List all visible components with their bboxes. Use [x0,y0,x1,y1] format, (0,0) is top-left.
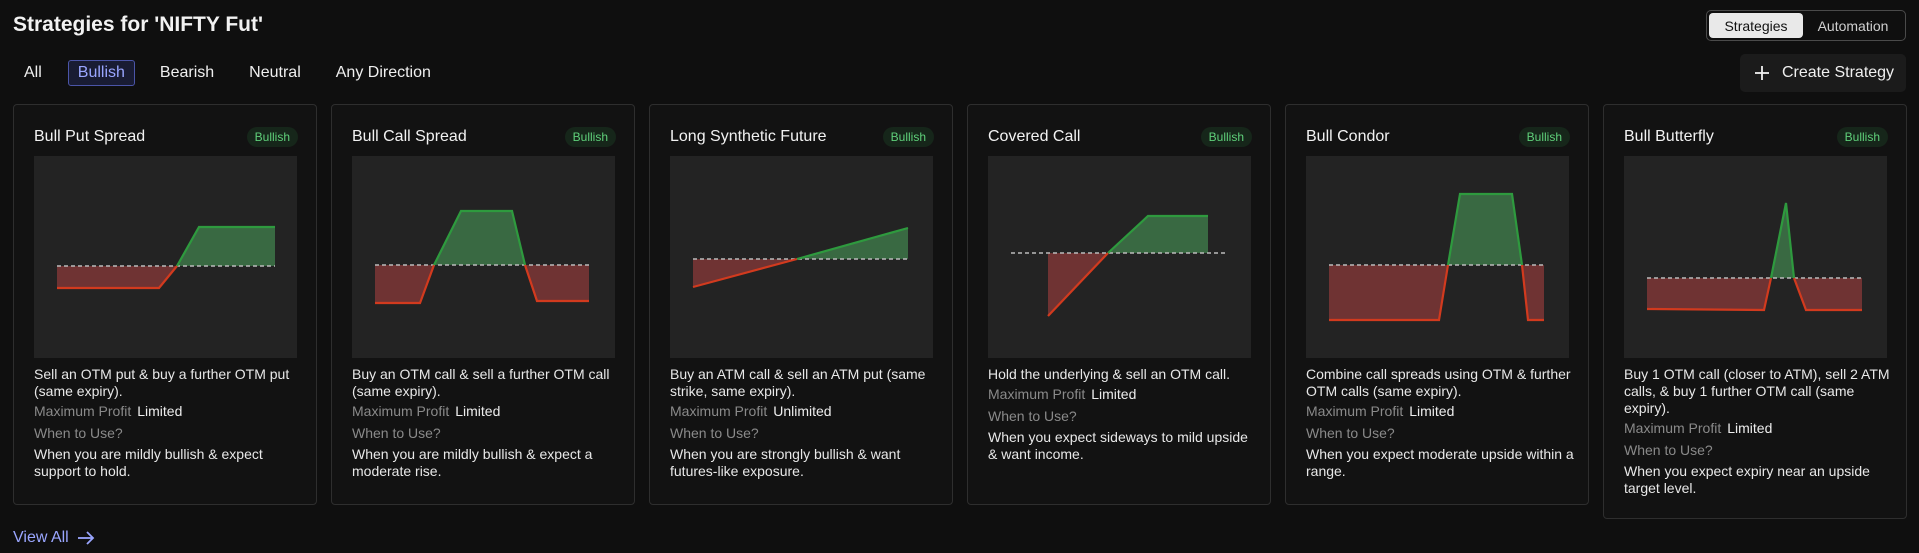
direction-badge: Bullish [882,127,934,147]
payoff-chart [1306,156,1569,358]
when-to-use-text: When you are mildly bullish & expect a m… [352,446,593,479]
strategy-description: Buy 1 OTM call (closer to ATM), sell 2 A… [1624,366,1890,416]
max-profit-label: Maximum Profit [352,403,450,419]
max-profit-value: Limited [137,403,183,419]
card-title: Covered Call [988,128,1081,145]
direction-badge: Bullish [1836,127,1888,147]
strategy-card-covered-call[interactable]: Covered Call Bullish Hold the underlying… [967,104,1271,505]
payoff-chart [988,156,1251,358]
tab-bullish[interactable]: Bullish [67,60,135,86]
strategy-card-bull-call-spread[interactable]: Bull Call Spread Bullish Buy an OTM call… [331,104,635,505]
strategy-description: Sell an OTM put & buy a further OTM put … [34,366,290,399]
card-title: Bull Call Spread [352,128,467,145]
plus-icon [1755,66,1769,80]
payoff-chart [352,156,615,358]
page-title: Strategies for 'NIFTY Fut' [13,13,263,36]
payoff-chart [34,156,297,358]
when-to-use-label: When to Use? [352,425,441,441]
create-strategy-button[interactable]: Create Strategy [1740,54,1906,92]
max-profit-value: Limited [1409,403,1455,419]
when-to-use-text: When you expect moderate upside within a… [1306,446,1574,479]
max-profit-label: Maximum Profit [34,403,132,419]
card-title: Bull Put Spread [34,128,146,145]
card-title: Bull Condor [1306,128,1390,145]
max-profit-label: Maximum Profit [988,386,1086,402]
when-to-use-text: When you expect expiry near an upside ta… [1624,463,1870,496]
max-profit-value: Unlimited [773,403,832,419]
arrow-right-icon [77,531,95,545]
tab-bearish[interactable]: Bearish [150,60,224,86]
tab-all[interactable]: All [13,60,52,86]
direction-badge: Bullish [564,127,616,147]
strategy-card-long-synthetic-future[interactable]: Long Synthetic Future Bullish Buy an ATM… [649,104,953,505]
when-to-use-label: When to Use? [988,408,1077,424]
strategy-description: Buy an OTM call & sell a further OTM cal… [352,366,610,399]
tab-any-direction[interactable]: Any Direction [326,60,441,86]
strategy-card-bull-put-spread[interactable]: Bull Put Spread Bullish Sell an OTM put … [13,104,317,505]
direction-badge: Bullish [1518,127,1570,147]
direction-badge: Bullish [246,127,298,147]
view-all-link[interactable]: View All [13,529,95,547]
card-title: Bull Butterfly [1624,128,1714,145]
direction-tabs: All Bullish Bearish Neutral Any Directio… [13,60,456,86]
strategy-card-bull-butterfly[interactable]: Bull Butterfly Bullish Buy 1 OTM call (c… [1603,104,1907,519]
view-all-label: View All [13,529,69,546]
card-title: Long Synthetic Future [670,128,827,145]
when-to-use-label: When to Use? [34,425,123,441]
when-to-use-text: When you expect sideways to mild upside … [988,429,1248,462]
max-profit-label: Maximum Profit [1306,403,1404,419]
automation-toggle-button[interactable]: Automation [1803,13,1903,38]
max-profit-value: Limited [1091,386,1137,402]
when-to-use-text: When you are mildly bullish & expect sup… [34,446,263,479]
direction-badge: Bullish [1200,127,1252,147]
strategy-description: Hold the underlying & sell an OTM call. [988,366,1230,382]
payoff-chart [670,156,933,358]
when-to-use-label: When to Use? [1624,442,1713,458]
max-profit-value: Limited [1727,420,1773,436]
strategies-toggle-button[interactable]: Strategies [1709,13,1803,38]
strategy-description: Combine call spreads using OTM & further… [1306,366,1571,399]
when-to-use-text: When you are strongly bullish & want fut… [670,446,901,479]
view-toggle: Strategies Automation [1706,10,1906,41]
when-to-use-label: When to Use? [1306,425,1395,441]
create-strategy-label: Create Strategy [1782,64,1895,81]
max-profit-value: Limited [455,403,501,419]
payoff-chart [1624,156,1887,358]
tab-neutral[interactable]: Neutral [239,60,311,86]
when-to-use-label: When to Use? [670,425,759,441]
strategy-card-bull-condor[interactable]: Bull Condor Bullish Combine call spreads… [1285,104,1589,505]
strategy-description: Buy an ATM call & sell an ATM put (same … [670,366,926,399]
max-profit-label: Maximum Profit [1624,420,1722,436]
max-profit-label: Maximum Profit [670,403,768,419]
